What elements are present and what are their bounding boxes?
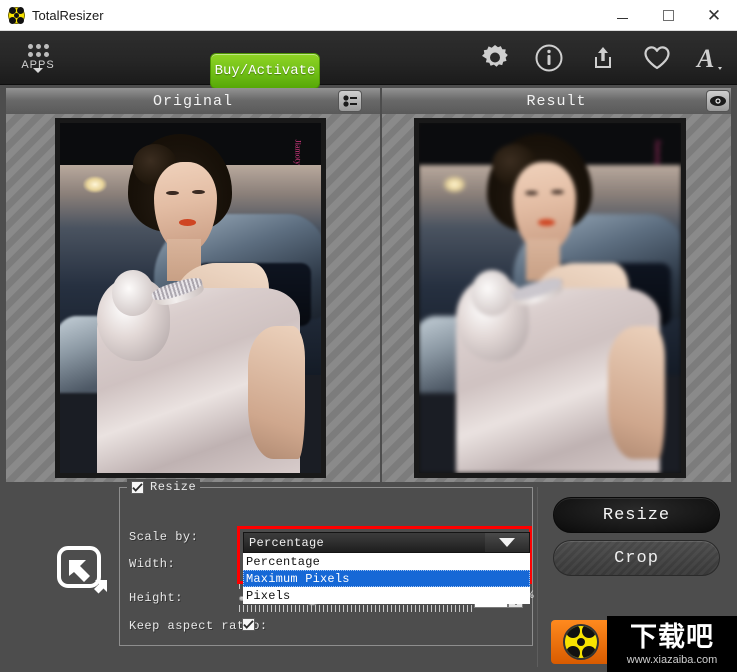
panel-divider <box>537 487 538 667</box>
dropdown-option-maximum-pixels[interactable]: Maximum Pixels <box>243 570 530 587</box>
watermark-text-block: 下载吧 www.xiazaiba.com <box>607 616 737 672</box>
original-photo: Jiamoty <box>60 123 321 473</box>
original-panel-title: Original <box>152 92 233 110</box>
window-title: TotalResizer <box>32 7 104 23</box>
eye-icon[interactable] <box>706 90 730 112</box>
width-label: Width: <box>129 557 176 571</box>
dropdown-option-percentage[interactable]: Percentage <box>243 553 530 570</box>
scale-by-label: Scale by: <box>129 530 199 544</box>
chevron-down-icon[interactable] <box>485 533 529 552</box>
buy-activate-button[interactable]: Buy/Activate <box>210 53 320 89</box>
close-button[interactable]: ✕ <box>691 0 737 31</box>
app-logo-icon <box>8 6 25 24</box>
scale-by-highlight-box: Percentage Percentage Maximum Pixels Pix… <box>237 526 532 604</box>
watermark-badge-icon <box>551 620 611 664</box>
resize-enable-checkbox[interactable] <box>131 480 144 494</box>
original-image-frame: Jiamoty <box>55 118 326 478</box>
result-panel-header: Result <box>382 88 731 114</box>
grid-dots-icon <box>24 43 52 57</box>
slider-ticks-bottom <box>239 605 474 612</box>
resize-arrows-icon <box>57 546 113 600</box>
resize-group-title: Resize <box>150 480 197 494</box>
result-image-frame: Jiamoty <box>414 118 686 478</box>
scale-by-selected-value: Percentage <box>249 535 325 550</box>
photo-watermark: Jiamoty <box>293 139 303 165</box>
title-bar: TotalResizer ✕ <box>0 0 737 31</box>
gear-icon[interactable] <box>477 40 513 76</box>
application-window: TotalResizer ✕ APPS Buy/Activate A Origi… <box>0 0 737 672</box>
result-photo: Jiamoty <box>419 123 681 473</box>
window-controls: ✕ <box>599 0 737 31</box>
share-upload-icon[interactable] <box>585 40 621 76</box>
resize-button[interactable]: Resize <box>553 497 720 533</box>
result-preview-area[interactable]: Jiamoty <box>382 114 731 482</box>
crop-button[interactable]: Crop <box>553 540 720 576</box>
keep-aspect-checkbox[interactable] <box>242 618 255 631</box>
list-view-icon[interactable] <box>338 90 362 112</box>
maximize-button[interactable] <box>645 0 691 31</box>
watermark-url: www.xiazaiba.com <box>626 653 718 666</box>
watermark-cn-text: 下载吧 <box>630 621 714 653</box>
heart-icon[interactable] <box>639 40 675 76</box>
toolbar-icon-group: A <box>477 31 729 85</box>
photo-watermark-result: Jiamoty <box>653 139 663 165</box>
dropdown-option-pixels[interactable]: Pixels <box>243 587 530 604</box>
svg-text:A: A <box>695 44 714 73</box>
site-watermark: 下载吧 www.xiazaiba.com <box>551 616 737 672</box>
main-toolbar: APPS Buy/Activate A <box>0 31 737 89</box>
original-preview-area[interactable]: Jiamoty <box>6 114 380 482</box>
scale-by-dropdown-list[interactable]: Percentage Maximum Pixels Pixels <box>243 553 530 604</box>
info-circle-icon[interactable] <box>531 40 567 76</box>
apps-button[interactable]: APPS <box>12 36 64 80</box>
resize-group-legend[interactable]: Resize <box>127 479 201 495</box>
result-panel-title: Result <box>526 92 587 110</box>
height-label: Height: <box>129 591 183 605</box>
scale-by-combobox[interactable]: Percentage <box>243 532 530 553</box>
font-a-icon[interactable]: A <box>693 40 729 76</box>
chevron-down-icon <box>33 67 43 73</box>
original-panel-header: Original <box>6 88 380 114</box>
minimize-button[interactable] <box>599 0 645 31</box>
